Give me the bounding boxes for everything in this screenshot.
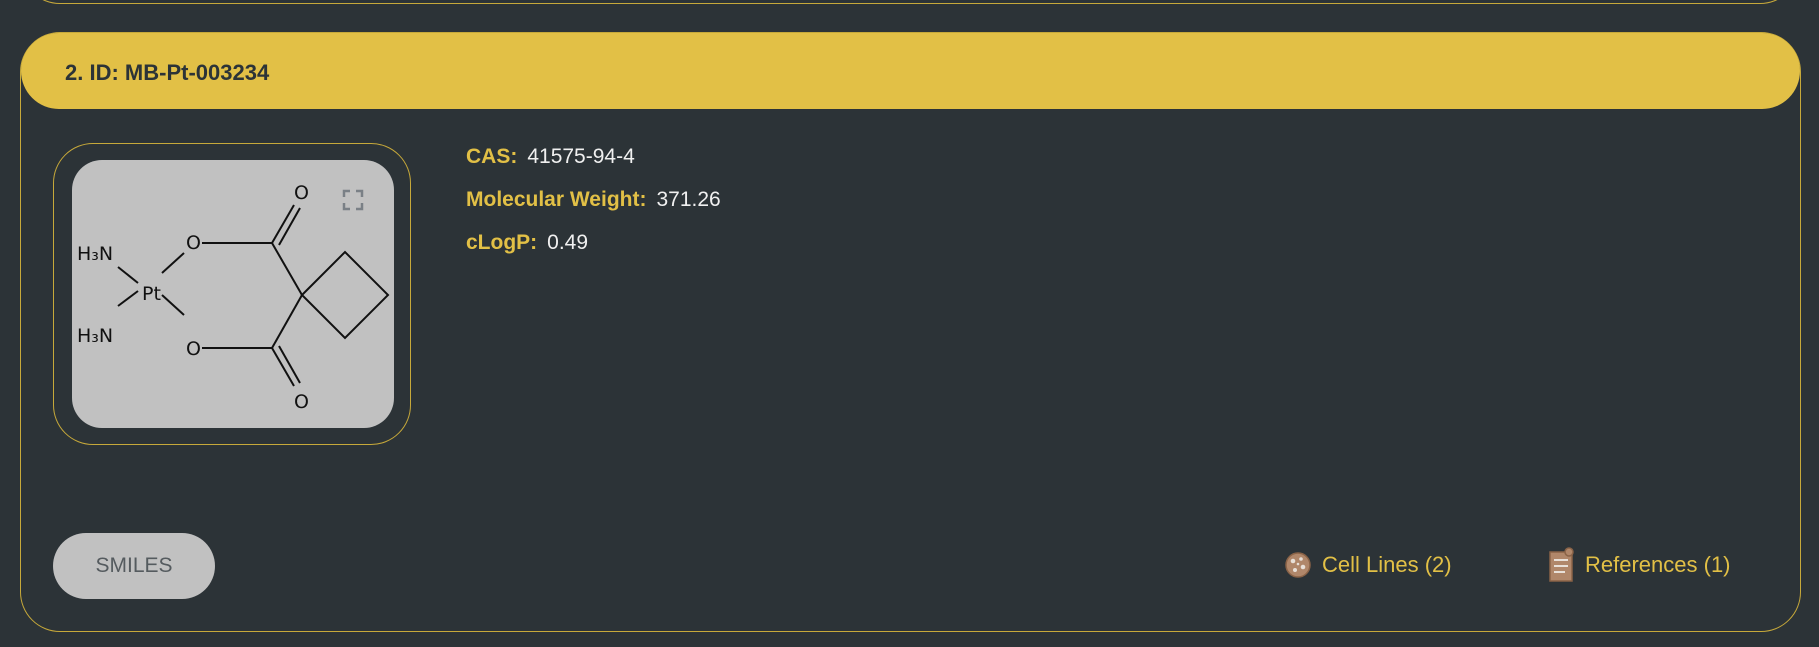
compound-card: 2. ID: MB-Pt-003234 H₃N H₃N Pt O O O O C… (20, 32, 1801, 632)
cell-culture-icon (1285, 552, 1311, 578)
property-key: Molecular Weight: (466, 188, 647, 211)
atom-o2: O (186, 338, 201, 360)
atom-upper-nh3: H₃N (77, 243, 113, 265)
property-clogp: cLogP: 0.49 (466, 231, 721, 274)
property-value: 0.49 (547, 231, 589, 254)
property-list: CAS: 41575-94-4 Molecular Weight: 371.26 c… (466, 145, 721, 274)
property-value: 371.26 (656, 188, 721, 211)
card-title: 2. ID: MB-Pt-003234 (65, 60, 270, 85)
property-molecular-weight: Molecular Weight: 371.26 (466, 188, 721, 231)
property-key: cLogP: (466, 231, 538, 254)
card-header: 2. ID: MB-Pt-003234 (21, 33, 1800, 109)
cell-lines-label: Cell Lines (2) (1322, 552, 1452, 577)
atom-o4: O (294, 391, 309, 413)
cell-lines-link[interactable]: Cell Lines (2) (1284, 547, 1452, 583)
atom-lower-nh3: H₃N (77, 325, 113, 347)
atom-o1: O (186, 232, 201, 254)
property-value: 41575-94-4 (527, 145, 635, 168)
property-cas: CAS: 41575-94-4 (466, 145, 721, 188)
atom-o3: O (294, 182, 309, 204)
previous-card-bottom (20, 0, 1800, 4)
expand-icon[interactable] (342, 189, 364, 211)
molecule-frame: H₃N H₃N Pt O O O O (53, 143, 411, 445)
document-icon (1549, 547, 1574, 582)
references-label: References (1) (1585, 552, 1731, 577)
property-key: CAS: (466, 145, 518, 168)
atom-pt: Pt (142, 283, 161, 305)
references-link[interactable]: References (1) (1547, 547, 1731, 583)
smiles-button[interactable]: SMILES (53, 533, 215, 599)
molecule-structure-panel[interactable]: H₃N H₃N Pt O O O O (72, 160, 394, 428)
